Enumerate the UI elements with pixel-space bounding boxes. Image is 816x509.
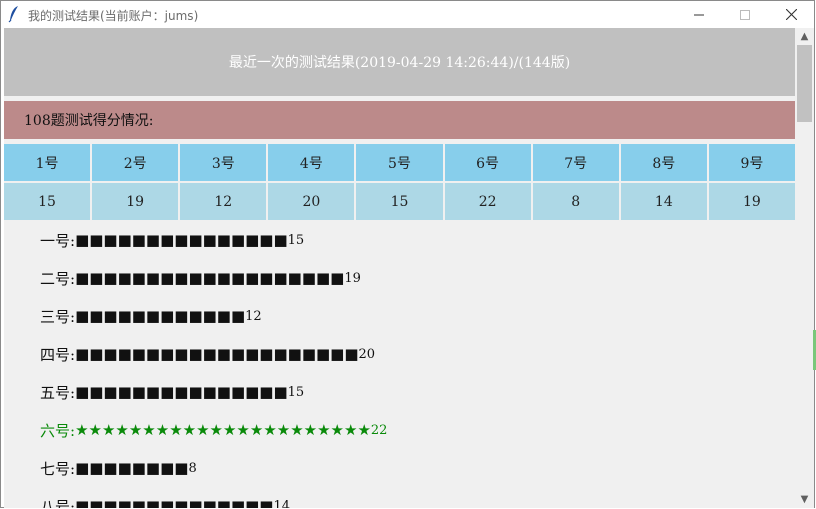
bar-label: 三号: xyxy=(40,307,76,326)
table-value-cell: 12 xyxy=(180,183,267,220)
table-header-cell: 3号 xyxy=(180,144,267,181)
table-value-cell: 20 xyxy=(268,183,355,220)
chevron-up-icon: ▲ xyxy=(800,31,809,42)
bar-value: 12 xyxy=(245,308,262,324)
bar-label: 八号: xyxy=(40,497,76,509)
bar-value: 19 xyxy=(344,270,361,286)
score-table: 1号 2号 3号 4号 5号 6号 7号 8号 9号 15 19 12 20 1… xyxy=(4,144,795,220)
bar-marks: ■■■■■■■■■■■■■■ xyxy=(75,497,274,508)
maximize-button[interactable] xyxy=(722,1,768,28)
bar-row: 一号: ■■■■■■■■■■■■■■■ 15 xyxy=(40,230,304,250)
table-header-cell: 5号 xyxy=(356,144,443,181)
table-header-cell: 8号 xyxy=(620,144,707,181)
title-bar[interactable]: 我的测试结果(当前账户：jums) xyxy=(1,1,814,28)
bar-label: 五号: xyxy=(40,383,76,402)
table-header-cell: 2号 xyxy=(92,144,179,181)
minimize-button[interactable] xyxy=(676,1,722,28)
table-value-cell: 15 xyxy=(356,183,443,220)
bar-value: 20 xyxy=(358,346,376,362)
scroll-thumb[interactable] xyxy=(797,45,812,122)
bar-marks: ■■■■■■■■■■■■■■■ xyxy=(75,383,288,401)
table-value-cell: 8 xyxy=(532,183,619,220)
table-value-cell: 22 xyxy=(444,183,531,220)
bar-value: 22 xyxy=(370,422,388,438)
result-content: 最近一次的测试结果(2019-04-29 14:26:44)/(144版) 10… xyxy=(4,28,795,508)
bar-marks: ■■■■■■■■■■■■■■■■■■■ xyxy=(75,269,345,287)
bar-value: 14 xyxy=(273,498,291,509)
score-section-title: 108题测试得分情况: xyxy=(4,101,795,139)
minimize-icon xyxy=(694,14,704,15)
window-title: 我的测试结果(当前账户：jums) xyxy=(28,9,199,23)
bar-label: 七号: xyxy=(40,459,76,478)
close-icon xyxy=(785,9,797,20)
bar-row: 五号: ■■■■■■■■■■■■■■■ 15 xyxy=(40,382,304,402)
bar-label: 四号: xyxy=(40,345,76,364)
bar-value: 15 xyxy=(287,232,305,248)
feather-icon xyxy=(8,6,18,23)
bar-marks: ■■■■■■■■■■■■■■■ xyxy=(75,231,288,249)
chevron-down-icon: ▼ xyxy=(800,494,809,505)
table-value-cell: 14 xyxy=(620,183,707,220)
app-window: 我的测试结果(当前账户：jums) 最近一次的测试结果(2019-04-29 1… xyxy=(0,0,815,508)
table-header-cell: 1号 xyxy=(4,144,91,181)
bar-marks: ■■■■■■■■ xyxy=(75,459,189,477)
result-header: 最近一次的测试结果(2019-04-29 14:26:44)/(144版) xyxy=(4,28,795,96)
table-header-cell: 4号 xyxy=(268,144,355,181)
bar-label: 六号: xyxy=(40,421,76,440)
score-section-label: 108题测试得分情况: xyxy=(24,113,154,129)
star-marks: ★★★★★★★★★★★★★★★★★★★★★★ xyxy=(75,421,371,439)
bar-marks: ■■■■■■■■■■■■ xyxy=(75,307,246,325)
bar-label: 二号: xyxy=(40,269,76,288)
table-value-cell: 19 xyxy=(92,183,179,220)
bar-row: 七号: ■■■■■■■■ 8 xyxy=(40,458,197,478)
close-button[interactable] xyxy=(768,1,814,28)
bar-value: 15 xyxy=(287,384,305,400)
vertical-scrollbar[interactable]: ▲ ▼ xyxy=(795,28,814,508)
scroll-up-button[interactable]: ▲ xyxy=(795,28,814,45)
result-header-text: 最近一次的测试结果(2019-04-29 14:26:44)/(144版) xyxy=(228,55,571,71)
table-header-cell: 9号 xyxy=(708,144,795,181)
table-value-cell: 15 xyxy=(4,183,91,220)
bar-marks: ■■■■■■■■■■■■■■■■■■■■ xyxy=(75,345,359,363)
table-header-cell: 7号 xyxy=(532,144,619,181)
bar-label: 一号: xyxy=(40,231,76,250)
scroll-down-button[interactable]: ▼ xyxy=(795,491,814,508)
bar-row: 四号: ■■■■■■■■■■■■■■■■■■■■ 20 xyxy=(40,344,375,364)
bar-row-highlighted: 六号: ★★★★★★★★★★★★★★★★★★★★★★ 22 xyxy=(40,420,387,440)
bar-row: 三号: ■■■■■■■■■■■■ 12 xyxy=(40,306,262,326)
table-header-cell: 6号 xyxy=(444,144,531,181)
bar-value: 8 xyxy=(188,460,197,476)
bar-row: 二号: ■■■■■■■■■■■■■■■■■■■ 19 xyxy=(40,268,361,288)
maximize-icon xyxy=(740,9,750,20)
bar-row: 八号: ■■■■■■■■■■■■■■ 14 xyxy=(40,496,290,508)
table-value-cell: 19 xyxy=(708,183,795,220)
